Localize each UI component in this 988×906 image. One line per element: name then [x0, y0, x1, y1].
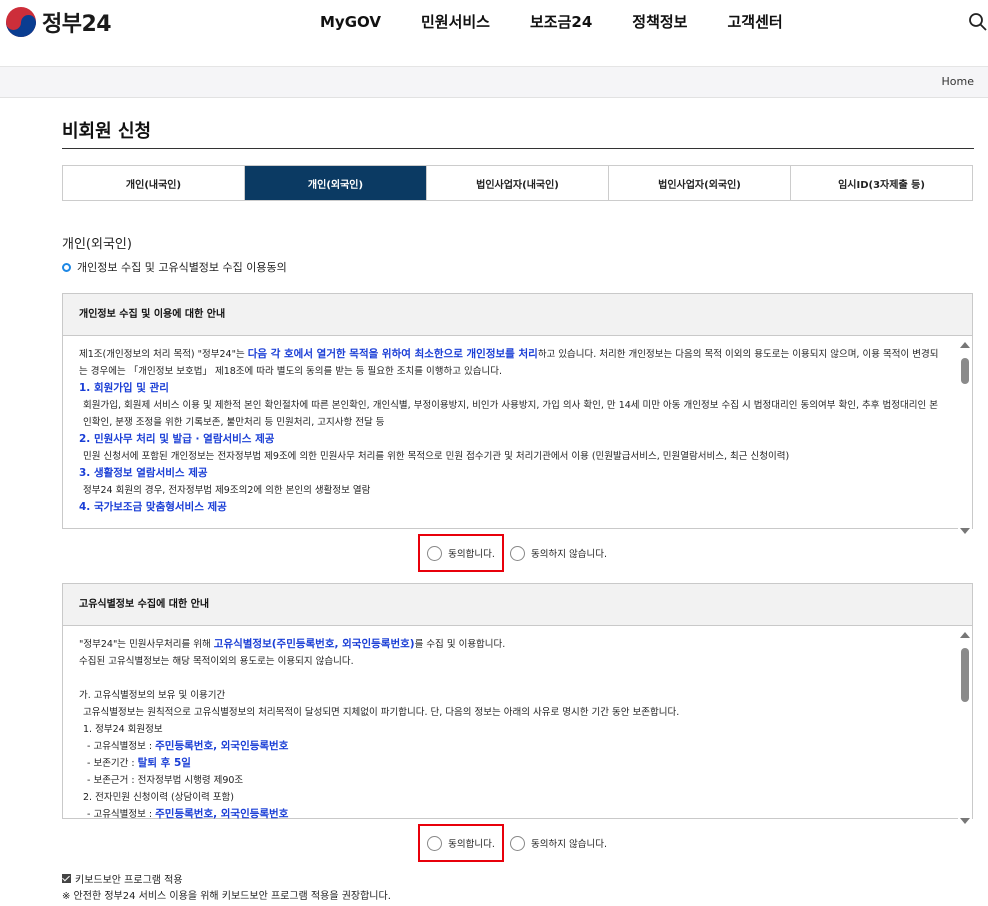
unique-box-content[interactable]: "정부24"는 민원사무처리를 위해 고유식별정보(주민등록번호, 외국인등록번…	[63, 626, 972, 830]
privacy-disagree-radio[interactable]	[510, 545, 525, 561]
tab-business-domestic[interactable]: 법인사업자(내국인)	[427, 166, 609, 200]
privacy-scrollbar[interactable]	[958, 336, 972, 540]
privacy-agree-option[interactable]: 동의합니다.	[418, 534, 504, 572]
scroll-up-arrow-icon[interactable]	[960, 632, 970, 638]
unique-disagree-option[interactable]: 동의하지 않습니다.	[510, 835, 607, 851]
unique-item-2-a: - 고유식별정보 : 주민등록번호, 외국인등록번호	[87, 808, 289, 820]
privacy-section-1-body: 회원가입, 회원제 서비스 이용 및 제한적 본인 확인절차에 따른 본인확인,…	[83, 400, 938, 428]
unique-item-1: 1. 정부24 회원정보	[83, 724, 163, 735]
unique-paragraph-1: "정부24"는 민원사무처리를 위해 고유식별정보(주민등록번호, 외국인등록번…	[79, 638, 506, 650]
unique-paragraph-2: 수집된 고유식별정보는 해당 목적이외의 용도로는 이용되지 않습니다.	[79, 656, 354, 667]
site-header: 정부24 MyGOV 민원서비스 보조금24 정책정보 고객센터	[0, 0, 988, 67]
title-divider	[62, 148, 974, 149]
nav-item-customer-center[interactable]: 고객센터	[707, 12, 802, 32]
tab-business-foreign[interactable]: 법인사업자(외국인)	[609, 166, 791, 200]
breadcrumb: Home	[0, 67, 988, 98]
unique-id-consent-box: 고유식별정보 수집에 대한 안내 "정부24"는 민원사무처리를 위해 고유식별…	[62, 583, 973, 830]
tab-individual-domestic[interactable]: 개인(내국인)	[63, 166, 245, 200]
privacy-agree-row: 동의합니다. 동의하지 않습니다.	[418, 534, 607, 572]
unique-item-1-b: - 보존기간 : 탈퇴 후 5일	[87, 757, 191, 769]
unique-agree-row: 동의합니다. 동의하지 않습니다.	[418, 824, 607, 862]
privacy-paragraph-1: 제1조(개인정보의 처리 목적) "정부24"는 다음 각 호에서 열거한 목적…	[79, 348, 939, 377]
nav-item-mygov[interactable]: MyGOV	[300, 12, 401, 32]
scroll-thumb[interactable]	[961, 648, 969, 702]
nav-item-policy[interactable]: 정책정보	[612, 12, 707, 32]
unique-scrollbar[interactable]	[958, 626, 972, 830]
keyboard-security-label: 키보드보안 프로그램 적용	[75, 875, 183, 886]
nav-item-subsidy[interactable]: 보조금24	[510, 12, 612, 32]
scroll-down-arrow-icon[interactable]	[960, 818, 970, 824]
logo-text: 정부24	[42, 12, 112, 37]
privacy-consent-box: 개인정보 수집 및 이용에 대한 안내 제1조(개인정보의 처리 목적) "정부…	[62, 293, 973, 540]
privacy-section-2-body: 민원 신청서에 포함된 개인정보는 전자정부법 제9조에 의한 민원사무 처리를…	[83, 451, 790, 462]
government-emblem-icon	[6, 7, 36, 37]
privacy-section-3-title: 3. 생활정보 열람서비스 제공	[79, 467, 208, 479]
tab-individual-foreign[interactable]: 개인(외국인)	[245, 166, 427, 200]
privacy-box-content[interactable]: 제1조(개인정보의 처리 목적) "정부24"는 다음 각 호에서 열거한 목적…	[63, 336, 972, 540]
unique-blank-line	[79, 670, 942, 687]
privacy-disagree-option[interactable]: 동의하지 않습니다.	[510, 545, 607, 561]
privacy-box-heading: 개인정보 수집 및 이용에 대한 안내	[63, 294, 972, 336]
section-subtitle: 개인정보 수집 및 고유식별정보 수집 이용동의	[62, 259, 287, 275]
search-icon[interactable]	[968, 12, 988, 32]
privacy-section-2-title: 2. 민원사무 처리 및 발급 · 열람서비스 제공	[79, 433, 275, 445]
breadcrumb-home[interactable]: Home	[942, 75, 974, 88]
page-title: 비회원 신청	[62, 121, 152, 142]
privacy-section-3-body: 정부24 회원의 경우, 전자정부법 제9조의2에 의한 본인의 생활정보 열람	[83, 485, 371, 496]
scroll-down-arrow-icon[interactable]	[960, 528, 970, 534]
unique-box-heading: 고유식별정보 수집에 대한 안내	[63, 584, 972, 626]
unique-disagree-radio[interactable]	[510, 835, 525, 851]
section-subtitle-text: 개인정보 수집 및 고유식별정보 수집 이용동의	[77, 261, 287, 274]
section-title: 개인(외국인)	[62, 237, 132, 252]
keyboard-security-note: ※ 안전한 정부24 서비스 이용을 위해 키보드보안 프로그램 적용을 권장합…	[62, 891, 391, 902]
unique-item-1-a: - 고유식별정보 : 주민등록번호, 외국인등록번호	[87, 740, 289, 752]
unique-item-1-c: - 보존근거 : 전자정부법 시행령 제90조	[87, 775, 244, 786]
scroll-up-arrow-icon[interactable]	[960, 342, 970, 348]
unique-agree-radio[interactable]	[427, 835, 443, 851]
nav-item-civil-service[interactable]: 민원서비스	[401, 12, 510, 32]
applicant-type-tabs: 개인(내국인) 개인(외국인) 법인사업자(내국인) 법인사업자(외국인) 임시…	[62, 165, 973, 201]
unique-ga-body: 고유식별정보는 원칙적으로 고유식별정보의 처리목적이 달성되면 지체없이 파기…	[83, 707, 680, 718]
site-logo[interactable]: 정부24	[6, 6, 112, 38]
main-nav: MyGOV 민원서비스 보조금24 정책정보 고객센터	[300, 12, 803, 32]
unique-item-2: 2. 전자민원 신청이력 (상담이력 포함)	[83, 792, 234, 803]
unique-agree-option[interactable]: 동의합니다.	[418, 824, 504, 862]
privacy-section-4-title: 4. 국가보조금 맞춤형서비스 제공	[79, 501, 227, 513]
scroll-thumb[interactable]	[961, 358, 969, 384]
keyboard-security-checkbox[interactable]	[62, 874, 71, 883]
bullet-ring-icon	[62, 262, 71, 272]
privacy-section-1-title: 1. 회원가입 및 관리	[79, 382, 169, 394]
keyboard-security-row: 키보드보안 프로그램 적용	[62, 871, 183, 886]
unique-ga-title: 가. 고유식별정보의 보유 및 이용기간	[79, 690, 226, 701]
privacy-agree-radio[interactable]	[427, 545, 443, 561]
tab-temporary-id[interactable]: 임시ID(3자제출 등)	[791, 166, 972, 200]
